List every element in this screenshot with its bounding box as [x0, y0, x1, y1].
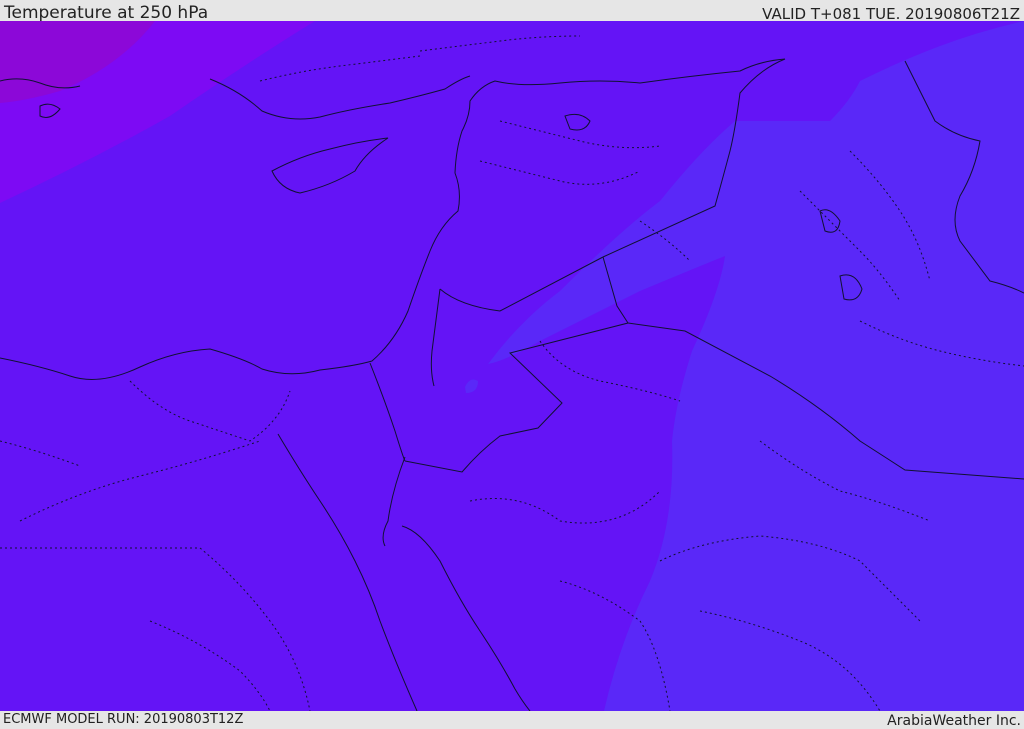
model-run: ECMWF MODEL RUN: 20190803T12Z — [3, 712, 244, 727]
footer-bar: ECMWF MODEL RUN: 20190803T12Z ArabiaWeat… — [0, 711, 1024, 729]
map-canvas — [0, 21, 1024, 711]
weather-map[interactable] — [0, 21, 1024, 711]
credit: ArabiaWeather Inc. — [887, 713, 1021, 729]
header-bar: Temperature at 250 hPa VALID T+081 TUE. … — [0, 0, 1024, 23]
